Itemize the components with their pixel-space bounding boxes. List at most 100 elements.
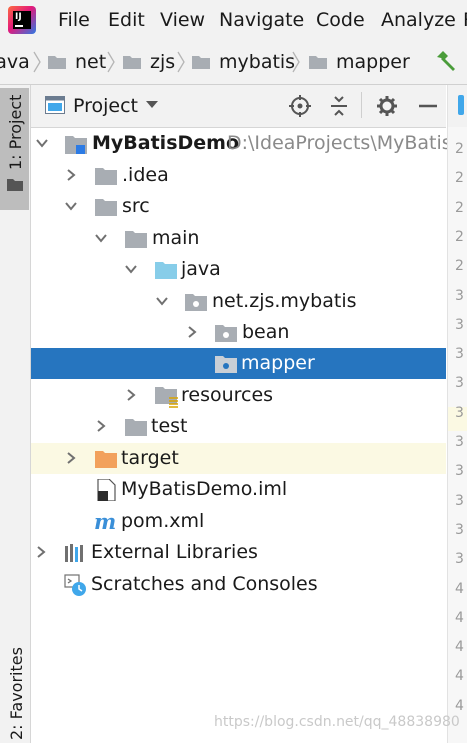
tree-row-target[interactable]: target (31, 443, 446, 474)
locate-target-icon[interactable] (289, 95, 311, 117)
chevron-right-icon (292, 51, 300, 73)
tree-row-idea[interactable]: .idea (31, 160, 446, 191)
chevron-right-icon[interactable] (185, 325, 199, 339)
folder-icon (123, 56, 141, 69)
line-number: 4 (455, 668, 464, 685)
chevron-right-icon (33, 51, 41, 73)
tree-label-main: main (152, 227, 200, 249)
minimize-icon[interactable] (417, 95, 439, 117)
line-number: 2 (455, 141, 464, 157)
menu-analyze[interactable]: Analyze (381, 9, 456, 31)
line-number: 3 (455, 375, 464, 392)
folder-icon (309, 56, 327, 69)
chevron-down-icon[interactable] (155, 294, 169, 308)
chevron-down-icon[interactable] (64, 199, 78, 213)
tree-label-target: target (121, 447, 179, 469)
watermark-text: https://blog.csdn.net/qq_48838980 (214, 714, 460, 730)
breadcrumb-java[interactable]: java (0, 51, 30, 73)
line-number: 3 (455, 492, 464, 509)
folder-icon (48, 56, 66, 69)
tree-row-main[interactable]: main (31, 223, 446, 254)
chevron-right-icon[interactable] (34, 545, 48, 559)
chevron-down-icon[interactable] (145, 100, 159, 110)
line-number: 3 (455, 287, 464, 304)
tree-row-bean[interactable]: bean (31, 317, 446, 348)
line-number: 2 (455, 258, 464, 275)
tree-row-external-libraries[interactable]: External Libraries (31, 537, 446, 568)
module-folder-icon (65, 136, 87, 154)
maven-icon: m (94, 509, 117, 534)
menu-view[interactable]: View (160, 9, 205, 31)
line-number: 3 (455, 463, 464, 480)
line-number: 3 (455, 316, 464, 333)
iml-file-icon (97, 479, 116, 501)
line-number: 2 (455, 228, 464, 245)
favorites-tool-tab[interactable]: 2: Favorites (0, 640, 29, 743)
package-folder-icon (215, 356, 237, 373)
folder-icon (125, 419, 147, 436)
tree-label-bean: bean (242, 321, 290, 343)
menu-refactor[interactable]: R (463, 9, 467, 31)
menu-navigate[interactable]: Navigate (219, 9, 304, 31)
chevron-right-icon[interactable] (64, 168, 78, 182)
project-root-path: D:\IdeaProjects\MyBatisD (227, 132, 467, 154)
tree-row-java[interactable]: java (31, 254, 446, 285)
line-number: 2 (455, 170, 464, 187)
breadcrumb-net[interactable]: net (75, 51, 106, 73)
tree-row-resources[interactable]: resources (31, 380, 446, 411)
tree-label-mapper: mapper (241, 352, 315, 374)
menu-edit[interactable]: Edit (108, 9, 145, 31)
folder-icon (95, 199, 117, 216)
tree-row-mapper[interactable]: mapper (31, 348, 446, 379)
chevron-right-icon (177, 51, 185, 73)
tree-row-iml[interactable]: MyBatisDemo.iml (31, 474, 446, 505)
line-number: 3 (455, 434, 464, 450)
tree-row-pom[interactable]: m pom.xml (31, 506, 446, 537)
line-number: 4 (455, 609, 464, 626)
chevron-right-icon (107, 51, 115, 73)
folder-icon (95, 168, 117, 185)
line-number: 3 (455, 346, 464, 363)
tree-row-project-root[interactable]: MyBatisDemo D:\IdeaProjects\MyBatisD (31, 128, 466, 159)
tree-label-src: src (122, 195, 150, 217)
line-number: 4 (455, 639, 464, 656)
resources-folder-icon (155, 387, 178, 408)
chevron-down-icon[interactable] (124, 262, 138, 276)
line-number: 3 (455, 551, 464, 568)
intellij-logo-icon[interactable]: IJ (8, 6, 36, 34)
folder-icon (192, 56, 210, 69)
menu-code[interactable]: Code (316, 9, 365, 31)
chevron-down-icon[interactable] (35, 136, 49, 150)
menu-file[interactable]: File (58, 9, 90, 31)
package-folder-icon (215, 325, 237, 342)
breadcrumb-zjs[interactable]: zjs (150, 51, 175, 73)
tree-label-scratches: Scratches and Consoles (91, 573, 318, 595)
chevron-right-icon[interactable] (124, 388, 138, 402)
tree-label-java: java (181, 258, 221, 280)
tree-row-test[interactable]: test (31, 411, 446, 442)
scratches-icon (64, 574, 86, 596)
project-window-icon (45, 96, 65, 114)
tree-row-src[interactable]: src (31, 191, 446, 222)
tree-row-scratches[interactable]: Scratches and Consoles (31, 569, 446, 600)
project-view-title[interactable]: Project (73, 95, 138, 117)
line-number: 2 (455, 199, 464, 216)
chevron-down-icon[interactable] (94, 231, 108, 245)
tree-row-package[interactable]: net.zjs.mybatis (31, 286, 446, 317)
tree-label-package: net.zjs.mybatis (212, 290, 357, 312)
folder-icon (7, 179, 23, 191)
line-number: 4 (455, 580, 464, 597)
chevron-right-icon[interactable] (64, 451, 78, 465)
toolbar-divider (361, 92, 362, 118)
gear-icon[interactable] (376, 95, 398, 117)
library-icon (65, 544, 83, 562)
chevron-right-icon[interactable] (94, 419, 108, 433)
breadcrumb-mybatis[interactable]: mybatis (219, 51, 295, 73)
project-tool-tab[interactable]: 1: Project (0, 88, 29, 210)
build-hammer-icon[interactable] (434, 50, 458, 74)
breadcrumb-mapper[interactable]: mapper (336, 51, 410, 73)
editor-tab-stub[interactable] (448, 85, 467, 127)
collapse-all-icon[interactable] (328, 95, 350, 117)
folder-icon (125, 231, 147, 248)
project-tab-label: 1: Project (6, 94, 25, 170)
